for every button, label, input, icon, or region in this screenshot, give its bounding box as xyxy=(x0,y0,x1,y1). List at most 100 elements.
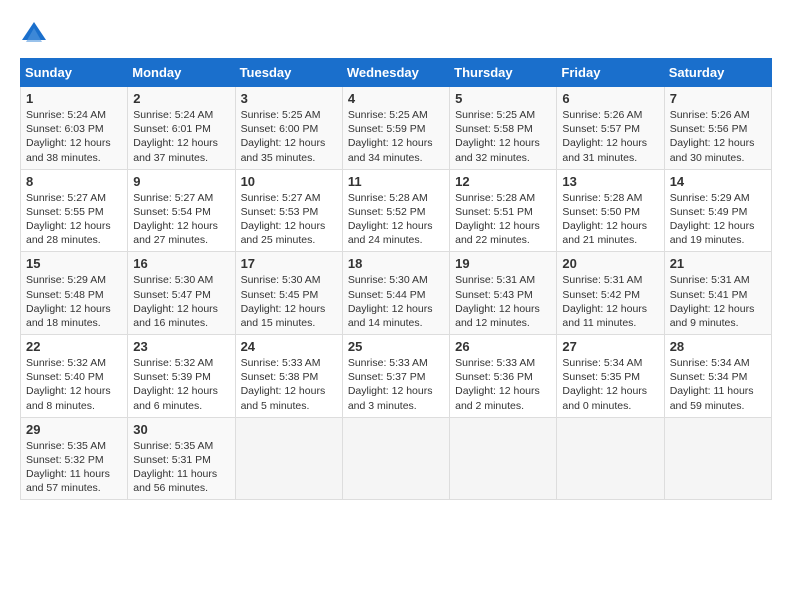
weekday-header: Thursday xyxy=(450,59,557,87)
day-number: 4 xyxy=(348,91,444,106)
calendar-cell: 17 Sunrise: 5:30 AMSunset: 5:45 PMDayligh… xyxy=(235,252,342,335)
calendar-cell: 21 Sunrise: 5:31 AMSunset: 5:41 PMDayligh… xyxy=(664,252,771,335)
day-info: Sunrise: 5:29 AMSunset: 5:48 PMDaylight:… xyxy=(26,273,122,330)
weekday-header: Saturday xyxy=(664,59,771,87)
day-number: 9 xyxy=(133,174,229,189)
calendar-cell xyxy=(235,417,342,500)
day-info: Sunrise: 5:30 AMSunset: 5:44 PMDaylight:… xyxy=(348,273,444,330)
day-info: Sunrise: 5:32 AMSunset: 5:40 PMDaylight:… xyxy=(26,356,122,413)
calendar-week-row: 1Sunrise: 5:24 AMSunset: 6:03 PMDaylight… xyxy=(21,87,772,170)
day-info: Sunrise: 5:25 AMSunset: 5:59 PMDaylight:… xyxy=(348,108,444,165)
calendar-week-row: 8Sunrise: 5:27 AMSunset: 5:55 PMDaylight… xyxy=(21,169,772,252)
calendar-cell: 29 Sunrise: 5:35 AMSunset: 5:32 PMDayligh… xyxy=(21,417,128,500)
day-number: 7 xyxy=(670,91,766,106)
calendar-cell: 15Sunrise: 5:29 AMSunset: 5:48 PMDayligh… xyxy=(21,252,128,335)
calendar-table: SundayMondayTuesdayWednesdayThursdayFrid… xyxy=(20,58,772,500)
day-number: 30 xyxy=(133,422,229,437)
calendar-cell: 28 Sunrise: 5:34 AMSunset: 5:34 PMDayligh… xyxy=(664,335,771,418)
day-number: 10 xyxy=(241,174,337,189)
day-info: Sunrise: 5:28 AMSunset: 5:51 PMDaylight:… xyxy=(455,191,551,248)
weekday-header: Wednesday xyxy=(342,59,449,87)
calendar-week-row: 29 Sunrise: 5:35 AMSunset: 5:32 PMDayligh… xyxy=(21,417,772,500)
day-number: 21 xyxy=(670,256,766,271)
calendar-cell: 1Sunrise: 5:24 AMSunset: 6:03 PMDaylight… xyxy=(21,87,128,170)
weekday-header: Monday xyxy=(128,59,235,87)
day-number: 12 xyxy=(455,174,551,189)
day-info: Sunrise: 5:35 AMSunset: 5:31 PMDaylight:… xyxy=(133,439,229,496)
day-info: Sunrise: 5:26 AMSunset: 5:57 PMDaylight:… xyxy=(562,108,658,165)
calendar-body: 1Sunrise: 5:24 AMSunset: 6:03 PMDaylight… xyxy=(21,87,772,500)
day-info: Sunrise: 5:31 AMSunset: 5:43 PMDaylight:… xyxy=(455,273,551,330)
logo-icon xyxy=(20,20,48,48)
calendar-cell: 22 Sunrise: 5:32 AMSunset: 5:40 PMDayligh… xyxy=(21,335,128,418)
day-number: 22 xyxy=(26,339,122,354)
calendar-cell xyxy=(450,417,557,500)
day-number: 28 xyxy=(670,339,766,354)
calendar-cell: 6 Sunrise: 5:26 AMSunset: 5:57 PMDaylight… xyxy=(557,87,664,170)
day-number: 25 xyxy=(348,339,444,354)
calendar-week-row: 22 Sunrise: 5:32 AMSunset: 5:40 PMDayligh… xyxy=(21,335,772,418)
calendar-cell: 2 Sunrise: 5:24 AMSunset: 6:01 PMDaylight… xyxy=(128,87,235,170)
day-info: Sunrise: 5:27 AMSunset: 5:54 PMDaylight:… xyxy=(133,191,229,248)
day-number: 14 xyxy=(670,174,766,189)
day-info: Sunrise: 5:24 AMSunset: 6:01 PMDaylight:… xyxy=(133,108,229,165)
day-number: 16 xyxy=(133,256,229,271)
day-number: 23 xyxy=(133,339,229,354)
calendar-cell: 24 Sunrise: 5:33 AMSunset: 5:38 PMDayligh… xyxy=(235,335,342,418)
logo xyxy=(20,20,52,48)
day-info: Sunrise: 5:25 AMSunset: 6:00 PMDaylight:… xyxy=(241,108,337,165)
day-info: Sunrise: 5:26 AMSunset: 5:56 PMDaylight:… xyxy=(670,108,766,165)
day-info: Sunrise: 5:33 AMSunset: 5:38 PMDaylight:… xyxy=(241,356,337,413)
weekday-header: Tuesday xyxy=(235,59,342,87)
day-number: 29 xyxy=(26,422,122,437)
calendar-cell xyxy=(342,417,449,500)
day-info: Sunrise: 5:35 AMSunset: 5:32 PMDaylight:… xyxy=(26,439,122,496)
calendar-cell: 30 Sunrise: 5:35 AMSunset: 5:31 PMDayligh… xyxy=(128,417,235,500)
day-number: 24 xyxy=(241,339,337,354)
day-number: 3 xyxy=(241,91,337,106)
day-info: Sunrise: 5:34 AMSunset: 5:34 PMDaylight:… xyxy=(670,356,766,413)
page-header xyxy=(20,20,772,48)
calendar-cell: 19 Sunrise: 5:31 AMSunset: 5:43 PMDayligh… xyxy=(450,252,557,335)
calendar-cell xyxy=(557,417,664,500)
calendar-week-row: 15Sunrise: 5:29 AMSunset: 5:48 PMDayligh… xyxy=(21,252,772,335)
day-info: Sunrise: 5:31 AMSunset: 5:41 PMDaylight:… xyxy=(670,273,766,330)
calendar-cell: 13 Sunrise: 5:28 AMSunset: 5:50 PMDayligh… xyxy=(557,169,664,252)
weekday-header: Sunday xyxy=(21,59,128,87)
day-number: 20 xyxy=(562,256,658,271)
day-number: 18 xyxy=(348,256,444,271)
calendar-cell: 4 Sunrise: 5:25 AMSunset: 5:59 PMDaylight… xyxy=(342,87,449,170)
calendar-cell: 26Sunrise: 5:33 AMSunset: 5:36 PMDayligh… xyxy=(450,335,557,418)
day-number: 26 xyxy=(455,339,551,354)
calendar-cell: 25Sunrise: 5:33 AMSunset: 5:37 PMDayligh… xyxy=(342,335,449,418)
day-info: Sunrise: 5:25 AMSunset: 5:58 PMDaylight:… xyxy=(455,108,551,165)
calendar-cell: 20 Sunrise: 5:31 AMSunset: 5:42 PMDayligh… xyxy=(557,252,664,335)
day-info: Sunrise: 5:32 AMSunset: 5:39 PMDaylight:… xyxy=(133,356,229,413)
calendar-cell: 7 Sunrise: 5:26 AMSunset: 5:56 PMDaylight… xyxy=(664,87,771,170)
weekday-header: Friday xyxy=(557,59,664,87)
calendar-cell: 12 Sunrise: 5:28 AMSunset: 5:51 PMDayligh… xyxy=(450,169,557,252)
day-info: Sunrise: 5:28 AMSunset: 5:50 PMDaylight:… xyxy=(562,191,658,248)
calendar-cell xyxy=(664,417,771,500)
calendar-cell: 10 Sunrise: 5:27 AMSunset: 5:53 PMDayligh… xyxy=(235,169,342,252)
day-info: Sunrise: 5:30 AMSunset: 5:45 PMDaylight:… xyxy=(241,273,337,330)
day-number: 17 xyxy=(241,256,337,271)
calendar-cell: 16 Sunrise: 5:30 AMSunset: 5:47 PMDayligh… xyxy=(128,252,235,335)
calendar-cell: 18 Sunrise: 5:30 AMSunset: 5:44 PMDayligh… xyxy=(342,252,449,335)
day-info: Sunrise: 5:31 AMSunset: 5:42 PMDaylight:… xyxy=(562,273,658,330)
calendar-cell: 11Sunrise: 5:28 AMSunset: 5:52 PMDayligh… xyxy=(342,169,449,252)
day-info: Sunrise: 5:24 AMSunset: 6:03 PMDaylight:… xyxy=(26,108,122,165)
day-number: 5 xyxy=(455,91,551,106)
day-number: 2 xyxy=(133,91,229,106)
calendar-cell: 5 Sunrise: 5:25 AMSunset: 5:58 PMDaylight… xyxy=(450,87,557,170)
day-number: 6 xyxy=(562,91,658,106)
day-info: Sunrise: 5:28 AMSunset: 5:52 PMDaylight:… xyxy=(348,191,444,248)
day-info: Sunrise: 5:30 AMSunset: 5:47 PMDaylight:… xyxy=(133,273,229,330)
day-number: 8 xyxy=(26,174,122,189)
day-number: 13 xyxy=(562,174,658,189)
day-number: 19 xyxy=(455,256,551,271)
day-info: Sunrise: 5:29 AMSunset: 5:49 PMDaylight:… xyxy=(670,191,766,248)
calendar-header: SundayMondayTuesdayWednesdayThursdayFrid… xyxy=(21,59,772,87)
day-info: Sunrise: 5:27 AMSunset: 5:53 PMDaylight:… xyxy=(241,191,337,248)
calendar-cell: 9 Sunrise: 5:27 AMSunset: 5:54 PMDaylight… xyxy=(128,169,235,252)
